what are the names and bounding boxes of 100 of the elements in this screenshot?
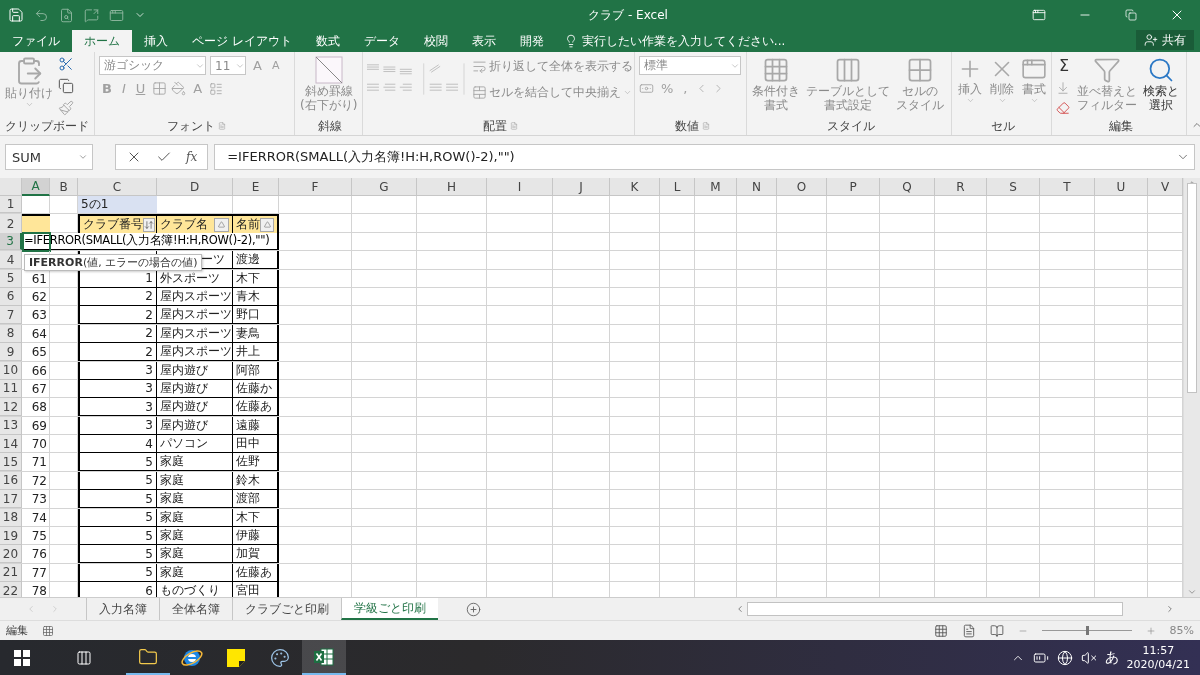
row-header[interactable]: 17: [0, 490, 22, 509]
launcher-icon[interactable]: [509, 122, 518, 130]
column-header[interactable]: C: [78, 178, 157, 196]
row-header[interactable]: 8: [0, 324, 22, 343]
row-header[interactable]: 16: [0, 471, 22, 490]
input-method-indicator[interactable]: あ: [1104, 648, 1119, 667]
column-header[interactable]: U: [1095, 178, 1148, 196]
row-header[interactable]: 15: [0, 453, 22, 472]
row-header[interactable]: 20: [0, 545, 22, 564]
ribbon-tab[interactable]: ホーム: [72, 30, 132, 52]
page-layout-icon[interactable]: [961, 623, 976, 638]
name-box[interactable]: SUM: [5, 144, 93, 170]
filter-button[interactable]: [143, 217, 155, 232]
merge-icon: [472, 84, 487, 100]
select-all-corner[interactable]: [0, 178, 22, 196]
zoom-in-icon[interactable]: [1145, 625, 1156, 636]
vertical-scrollbar[interactable]: [1183, 178, 1200, 597]
column-header[interactable]: O: [777, 178, 827, 196]
zoom-slider-thumb[interactable]: [1085, 626, 1089, 635]
comment-icon[interactable]: [84, 7, 99, 23]
ribbon-tab[interactable]: 挿入: [132, 30, 180, 52]
table-cell: 井上: [233, 343, 279, 362]
currency-icon[interactable]: [639, 81, 654, 96]
print-preview-icon[interactable]: [59, 7, 74, 23]
row-header[interactable]: 13: [0, 416, 22, 435]
column-header[interactable]: A: [22, 178, 50, 196]
column-header[interactable]: P: [827, 178, 880, 196]
ribbon-tab[interactable]: 校閲: [411, 30, 460, 52]
filter-button[interactable]: [214, 217, 229, 232]
row-header[interactable]: 18: [0, 508, 22, 527]
row-header[interactable]: 14: [0, 435, 22, 454]
normal-view-icon[interactable]: [933, 623, 948, 638]
fill-color-icon[interactable]: [171, 81, 187, 96]
column-header[interactable]: S: [987, 178, 1040, 196]
table-cell: 5: [78, 490, 157, 509]
scroll-right-icon[interactable]: [1165, 604, 1175, 614]
font-name-field[interactable]: 游ゴシック: [99, 56, 206, 75]
autosum-button[interactable]: Σ: [1056, 56, 1073, 75]
scroll-thumb[interactable]: [1187, 182, 1197, 393]
copy-icon[interactable]: [58, 78, 74, 94]
borders-icon[interactable]: [152, 81, 168, 96]
row-header[interactable]: 22: [0, 582, 22, 597]
volume-muted-icon[interactable]: [1080, 649, 1097, 666]
row-header[interactable]: 7: [0, 306, 22, 325]
ribbon-tab[interactable]: データ: [351, 30, 412, 52]
column-header[interactable]: D: [157, 178, 233, 196]
row-header[interactable]: 2: [0, 214, 22, 235]
column-header[interactable]: I: [487, 178, 553, 196]
scroll-left-icon[interactable]: [735, 604, 745, 614]
launcher-icon[interactable]: [217, 122, 226, 130]
previous-sheet-icon[interactable]: [26, 604, 36, 614]
column-header[interactable]: K: [610, 178, 660, 196]
column-header[interactable]: E: [233, 178, 279, 196]
row-header[interactable]: 21: [0, 563, 22, 582]
launcher-icon[interactable]: [701, 122, 710, 130]
column-header[interactable]: J: [553, 178, 610, 196]
share-button[interactable]: 共有: [1136, 30, 1194, 50]
ribbon-tab[interactable]: ファイル: [0, 30, 72, 52]
tell-me-field[interactable]: 実行したい作業を入力してください...: [581, 32, 786, 50]
find-select-button[interactable]: 検索と 選択: [1142, 56, 1181, 112]
number-format-field[interactable]: 標準: [639, 56, 741, 75]
add-sheet-icon[interactable]: [466, 601, 481, 617]
undo-icon[interactable]: [34, 7, 49, 23]
row-header[interactable]: 5: [0, 269, 22, 288]
ribbon-tab[interactable]: 開発: [507, 30, 556, 52]
scissors-icon[interactable]: [58, 56, 74, 72]
row-header[interactable]: 9: [0, 343, 22, 362]
paintbrush-icon[interactable]: [58, 100, 74, 116]
save-icon[interactable]: [8, 7, 24, 23]
column-header[interactable]: R: [935, 178, 987, 196]
taskbar-app-button[interactable]: [302, 640, 346, 675]
column-header[interactable]: N: [737, 178, 777, 196]
row-header[interactable]: 12: [0, 398, 22, 417]
next-sheet-icon[interactable]: [50, 604, 60, 614]
row-header[interactable]: 4: [0, 251, 22, 270]
column-header[interactable]: G: [352, 178, 417, 196]
column-header[interactable]: V: [1148, 178, 1183, 196]
network-icon[interactable]: [1056, 649, 1073, 666]
formula-field[interactable]: =IFERROR(SMALL(入力名簿!H:H,ROW()-2),""): [214, 144, 1195, 170]
ribbon-tab[interactable]: 数式: [303, 30, 352, 52]
column-header[interactable]: B: [50, 178, 78, 196]
eraser-icon[interactable]: [1056, 101, 1070, 115]
insert-function-button[interactable]: fx: [186, 150, 198, 164]
column-header[interactable]: Q: [880, 178, 935, 196]
row-header[interactable]: 10: [0, 361, 22, 380]
row-header[interactable]: 1: [0, 196, 22, 214]
ribbon-tab[interactable]: ページ レイアウト: [180, 30, 304, 52]
fill-down-icon[interactable]: [1056, 81, 1070, 95]
column-header[interactable]: F: [279, 178, 352, 196]
column-header[interactable]: T: [1040, 178, 1095, 196]
filter-button[interactable]: [260, 217, 274, 232]
column-header[interactable]: L: [660, 178, 695, 196]
sheet-tab[interactable]: 学級ごと印刷: [341, 598, 438, 620]
clock[interactable]: 11:57 2020/04/21: [1126, 643, 1190, 672]
column-header[interactable]: M: [695, 178, 737, 196]
page-break-icon[interactable]: [989, 623, 1004, 638]
horizontal-scrollbar[interactable]: [747, 602, 1123, 616]
column-header[interactable]: H: [417, 178, 487, 196]
ribbon-tab[interactable]: 表示: [459, 30, 508, 52]
row-header[interactable]: 19: [0, 527, 22, 546]
